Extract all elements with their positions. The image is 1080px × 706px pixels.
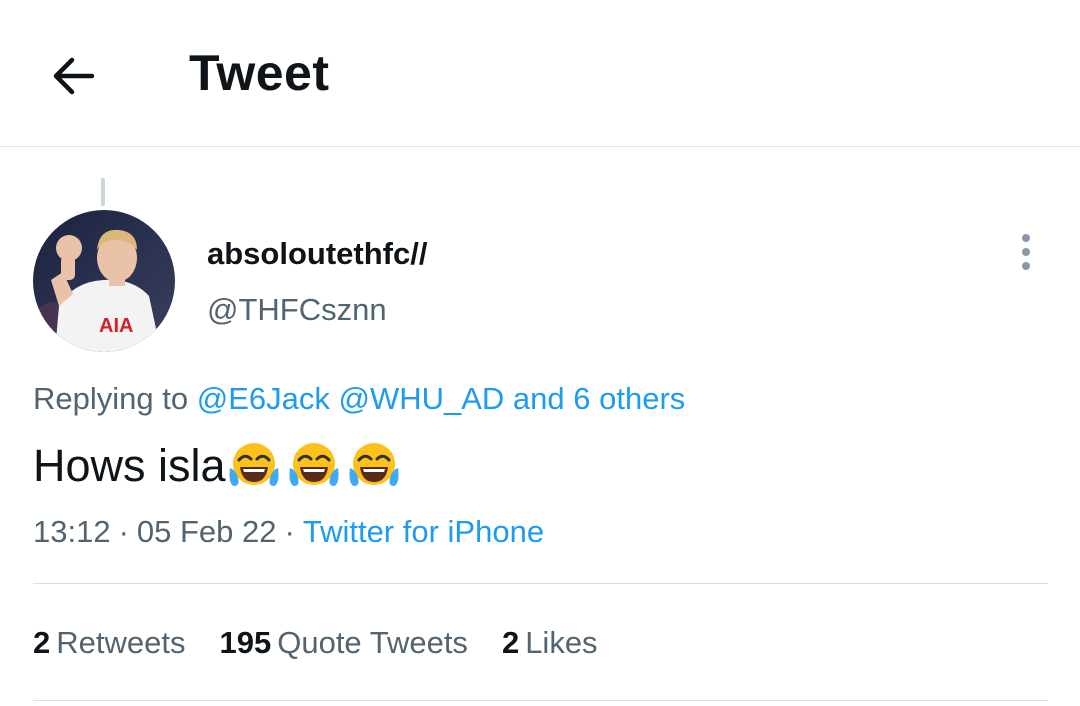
back-button[interactable] xyxy=(46,48,102,104)
thread-connector-line xyxy=(101,178,105,206)
mention-link-2[interactable]: @WHU_AD xyxy=(338,381,504,416)
meta-separator: · xyxy=(118,514,129,549)
meta-separator: · xyxy=(284,514,295,549)
arrow-left-icon xyxy=(53,57,95,95)
retweets-count: 2 xyxy=(33,625,51,660)
avatar-shirt-text: AIA xyxy=(99,315,133,337)
more-options-button[interactable] xyxy=(1006,228,1046,276)
quote-tweets-label: Quote Tweets xyxy=(277,625,468,660)
replying-to-line: Replying to @E6Jack @WHU_AD and 6 others xyxy=(33,381,685,417)
author-display-name[interactable]: absoloutethfc// xyxy=(207,236,427,272)
page-title: Tweet xyxy=(189,45,330,101)
author-handle[interactable]: @THFCsznn xyxy=(207,292,387,328)
tweet-text: Hows isla xyxy=(33,440,226,491)
avatar[interactable]: AIA xyxy=(33,210,175,352)
tweet-date[interactable]: 05 Feb 22 xyxy=(137,514,277,549)
tweet-source-link[interactable]: Twitter for iPhone xyxy=(303,514,544,549)
retweets-label: Retweets xyxy=(56,625,186,660)
mention-link-1[interactable]: @E6Jack xyxy=(197,381,330,416)
tweet-body: Hows isla xyxy=(33,440,400,492)
tweet-metadata: 13:12 · 05 Feb 22 · Twitter for iPhone xyxy=(33,514,544,550)
retweets-stat[interactable]: 2 Retweets xyxy=(33,625,185,661)
likes-label: Likes xyxy=(525,625,598,660)
top-bar: Tweet xyxy=(0,0,1080,147)
quote-tweets-stat[interactable]: 195 Quote Tweets xyxy=(219,625,467,661)
divider xyxy=(33,700,1048,701)
vertical-dots-icon xyxy=(1022,234,1030,270)
likes-count: 2 xyxy=(501,625,520,660)
likes-stat[interactable]: 2 Likes xyxy=(502,625,598,661)
engagement-stats: 2 Retweets 195 Quote Tweets 2 Likes xyxy=(33,625,632,661)
others-link[interactable]: and 6 others xyxy=(513,381,685,416)
quote-tweets-count: 195 xyxy=(219,625,272,660)
tears-of-joy-emoji-icon xyxy=(229,443,279,486)
tears-of-joy-emoji-icon xyxy=(349,443,399,486)
tweet-time: 13:12 xyxy=(33,514,111,549)
divider xyxy=(33,583,1048,584)
tears-of-joy-emoji-icon xyxy=(289,443,339,486)
replying-prefix: Replying to xyxy=(33,381,189,416)
